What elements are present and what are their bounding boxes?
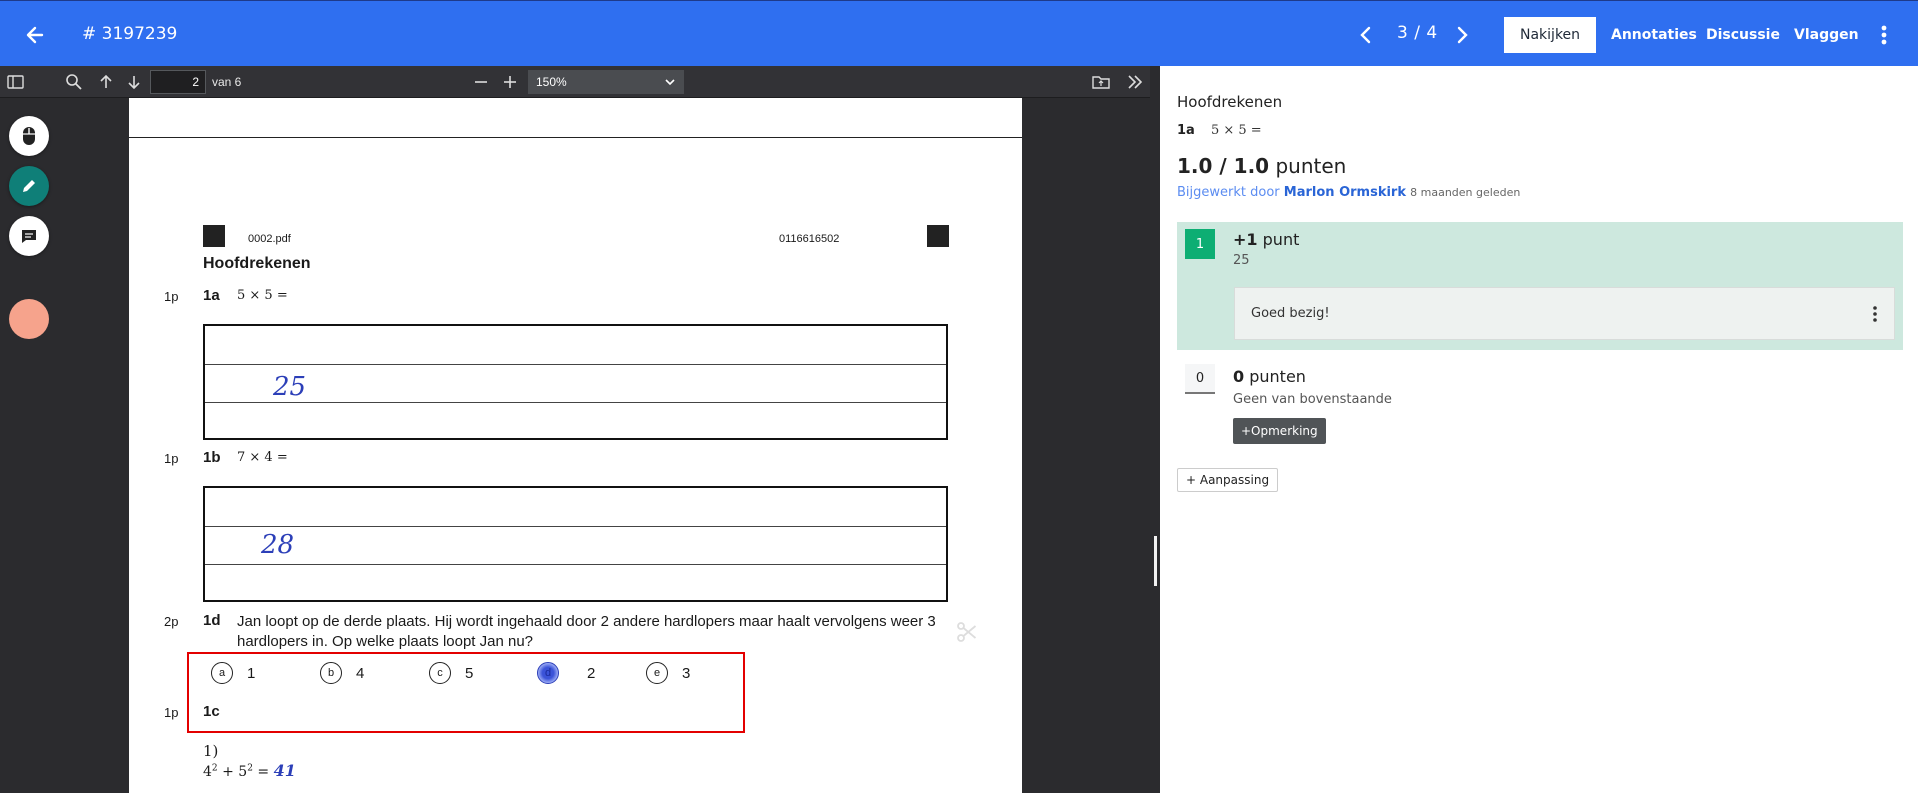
rubric-points-unit: punten bbox=[1249, 367, 1306, 386]
rubric-points-value: 0 bbox=[1233, 367, 1245, 386]
page-number-input[interactable] bbox=[150, 70, 206, 94]
submission-id: # 3197239 bbox=[82, 24, 178, 44]
score: 1.0 / 1.0 punten bbox=[1177, 154, 1346, 178]
back-arrow-icon[interactable] bbox=[20, 20, 50, 50]
chevron-left-icon[interactable] bbox=[1356, 23, 1376, 47]
rubric-points-unit: punt bbox=[1262, 230, 1300, 249]
pen-tool-icon[interactable] bbox=[9, 166, 49, 206]
handwritten-answer: 28 bbox=[261, 530, 295, 560]
question-text: 5 × 5 = bbox=[237, 288, 288, 303]
question-number: 1c bbox=[203, 703, 220, 720]
updated-by: Bijgewerkt door Marlon Ormskirk 8 maande… bbox=[1177, 185, 1520, 200]
question-text: 7 × 4 = bbox=[237, 450, 288, 465]
sidebar-toggle-icon[interactable] bbox=[6, 72, 26, 92]
question-points: 1p bbox=[164, 705, 179, 720]
app-bar: # 3197239 3 / 4 Nakijken Annotaties Disc… bbox=[0, 0, 1918, 66]
question-points: 1p bbox=[164, 451, 179, 466]
question-number: 1a bbox=[1177, 123, 1195, 138]
more-vert-icon[interactable] bbox=[1872, 21, 1896, 49]
arrow-up-icon[interactable] bbox=[96, 72, 116, 92]
answer-line bbox=[205, 526, 946, 527]
question-header: 1a 5 × 5 = bbox=[1177, 123, 1262, 138]
add-comment-button[interactable]: +Opmerking bbox=[1233, 418, 1326, 444]
page-count: van 6 bbox=[212, 75, 242, 89]
question-number: 1b bbox=[203, 449, 221, 466]
zoom-in-icon[interactable] bbox=[500, 72, 520, 92]
handwritten-answer: 25 bbox=[273, 372, 307, 402]
open-file-icon[interactable] bbox=[1091, 72, 1111, 92]
tab-nakijken[interactable]: Nakijken bbox=[1504, 17, 1597, 53]
zoom-value: 150% bbox=[536, 75, 567, 89]
rubric-comment: Goed bezig! bbox=[1234, 287, 1895, 340]
comment-tool-icon[interactable] bbox=[9, 216, 49, 256]
question-text: Jan loopt op de derde plaats. Hij wordt … bbox=[237, 613, 936, 650]
scan-marker bbox=[203, 225, 225, 247]
rubric-badge[interactable]: 1 bbox=[1185, 229, 1215, 259]
rubric-option-selected[interactable]: 1 +1 punt 25 Goed bezig! bbox=[1177, 222, 1903, 350]
answer-box: 25 bbox=[203, 324, 948, 440]
color-picker[interactable] bbox=[9, 299, 49, 339]
comment-text: Goed bezig! bbox=[1251, 306, 1330, 321]
page-divider bbox=[129, 137, 1022, 138]
zoom-select[interactable]: 150% bbox=[528, 70, 684, 94]
question-number: 1a bbox=[203, 287, 220, 304]
rubric-description: Geen van bovenstaande bbox=[1233, 392, 1392, 407]
viewer-toolbar: van 6 150% bbox=[0, 66, 1150, 98]
answer-line bbox=[205, 364, 946, 365]
rubric-description: 25 bbox=[1233, 253, 1250, 268]
formula: 42 + 52 = 41 bbox=[203, 761, 296, 780]
zoom-out-icon[interactable] bbox=[471, 72, 491, 92]
question-highlight-box bbox=[187, 652, 745, 733]
updated-ago: 8 maanden geleden bbox=[1410, 186, 1521, 199]
pdf-viewer: van 6 150% 0002.pdf 011661 bbox=[0, 66, 1150, 793]
file-name: 0002.pdf bbox=[248, 233, 291, 245]
rubric-points-value: +1 bbox=[1233, 230, 1258, 249]
rubric-badge[interactable]: 0 bbox=[1185, 364, 1215, 394]
answer-line bbox=[205, 564, 946, 565]
panel-title: Hoofdrekenen bbox=[1177, 93, 1283, 111]
scissors-icon[interactable] bbox=[955, 620, 979, 644]
scan-marker bbox=[927, 225, 949, 247]
rubric-points: 0 punten bbox=[1233, 367, 1306, 386]
score-value: 1.0 / 1.0 bbox=[1177, 154, 1270, 178]
arrow-down-icon[interactable] bbox=[124, 72, 144, 92]
grading-panel: Hoofdrekenen 1a 5 × 5 = 1.0 / 1.0 punten… bbox=[1160, 66, 1918, 793]
document-code: 0116616502 bbox=[779, 233, 840, 245]
score-unit: punten bbox=[1275, 154, 1347, 178]
grader-link[interactable]: Marlon Ormskirk bbox=[1284, 185, 1406, 200]
add-adjustment-button[interactable]: + Aanpassing bbox=[1177, 468, 1279, 492]
rubric-points: +1 punt bbox=[1233, 230, 1299, 249]
search-icon[interactable] bbox=[64, 72, 84, 92]
sub-question: 1) bbox=[203, 742, 219, 760]
chevron-right-icon[interactable] bbox=[1452, 23, 1472, 47]
question-math: 5 × 5 = bbox=[1210, 123, 1262, 138]
answer-line bbox=[205, 402, 946, 403]
question-points: 2p bbox=[164, 614, 179, 629]
pager-count: 3 / 4 bbox=[1397, 23, 1438, 43]
section-heading: Hoofdrekenen bbox=[203, 255, 311, 272]
question-points: 1p bbox=[164, 289, 179, 304]
resize-handle[interactable] bbox=[1154, 536, 1157, 586]
question-number: 1d bbox=[203, 612, 221, 629]
tab-vlaggen[interactable]: Vlaggen bbox=[1778, 17, 1875, 53]
handwritten-answer: 41 bbox=[273, 761, 296, 780]
pdf-page: 0002.pdf 0116616502 Hoofdrekenen 1p 1a 5… bbox=[129, 98, 1022, 793]
answer-box: 28 bbox=[203, 486, 948, 602]
double-chevron-right-icon[interactable] bbox=[1125, 72, 1145, 92]
mouse-tool-icon[interactable] bbox=[9, 116, 49, 156]
more-vert-icon[interactable] bbox=[1872, 305, 1878, 323]
updated-prefix: Bijgewerkt door bbox=[1177, 185, 1280, 200]
panel-splitter bbox=[1150, 66, 1160, 793]
